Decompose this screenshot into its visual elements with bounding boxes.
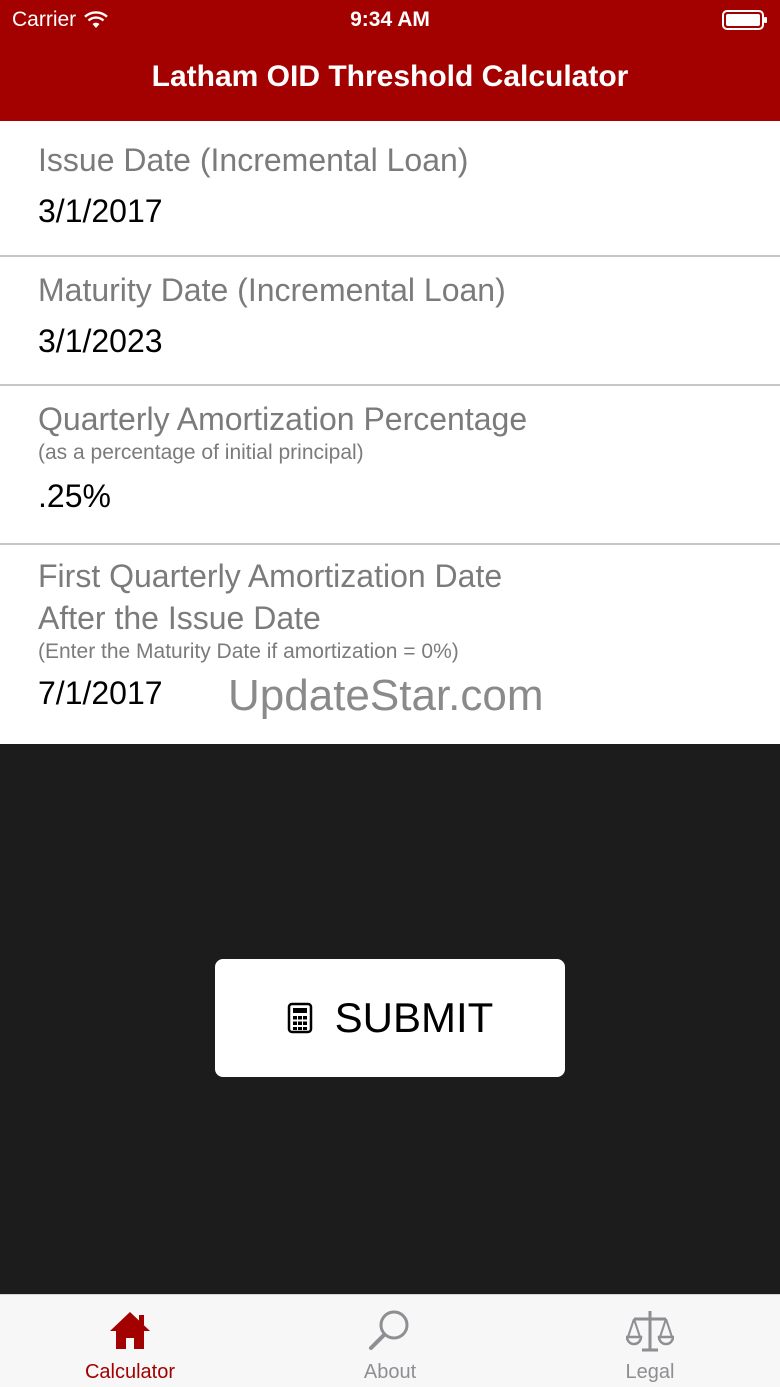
tab-calculator-label: Calculator — [84, 1361, 176, 1383]
tab-legal[interactable]: Legal — [520, 1295, 780, 1387]
status-time: 9:34 AM — [350, 8, 430, 31]
house-icon — [110, 1312, 150, 1349]
maturity-date-label: Maturity Date (Incremental Loan) — [38, 272, 506, 308]
issue-date-label: Issue Date (Incremental Loan) — [38, 142, 469, 178]
maturity-date-value[interactable]: 3/1/2023 — [38, 321, 780, 361]
status-bar: Carrier 9:34 AM — [0, 0, 780, 40]
scales-icon — [626, 1311, 674, 1352]
first-amortization-date-label-line1: First Quarterly Amortization Date — [38, 558, 503, 594]
first-amortization-date-label-line2: After the Issue Date — [38, 600, 321, 636]
amortization-percentage-value[interactable]: .25% — [38, 476, 780, 516]
battery-icon — [722, 10, 767, 30]
first-amortization-date-hint: (Enter the Maturity Date if amortization… — [38, 640, 459, 663]
amortization-percentage-hint: (as a percentage of initial principal) — [38, 441, 364, 464]
tab-about[interactable]: About — [260, 1295, 520, 1387]
calculator-icon — [287, 1002, 312, 1034]
tab-legal-label: Legal — [625, 1361, 675, 1383]
submit-label: SUBMIT — [334, 994, 494, 1041]
app-header: Carrier 9:34 AM Latham OID Threshold Cal… — [0, 0, 780, 121]
issue-date-value[interactable]: 3/1/2017 — [38, 191, 780, 231]
tab-calculator[interactable]: Calculator — [0, 1295, 260, 1387]
calculator-form: Issue Date (Incremental Loan) 3/1/2017 M… — [0, 121, 780, 744]
maturity-date-field[interactable]: Maturity Date (Incremental Loan) 3/1/202… — [0, 257, 780, 386]
watermark-text: UpdateStar.com — [228, 671, 544, 720]
magnifier-icon — [369, 1310, 409, 1350]
issue-date-field[interactable]: Issue Date (Incremental Loan) 3/1/2017 — [0, 121, 780, 257]
first-amortization-date-field[interactable]: First Quarterly Amortization Date After … — [0, 545, 780, 744]
amortization-percentage-label: Quarterly Amortization Percentage — [38, 401, 528, 437]
tab-bar: Calculator About Legal — [0, 1294, 780, 1387]
tab-about-label: About — [363, 1361, 417, 1383]
submit-button[interactable]: SUBMIT — [215, 959, 565, 1077]
page-title: Latham OID Threshold Calculator — [151, 60, 629, 93]
amortization-percentage-field[interactable]: Quarterly Amortization Percentage (as a … — [0, 386, 780, 545]
